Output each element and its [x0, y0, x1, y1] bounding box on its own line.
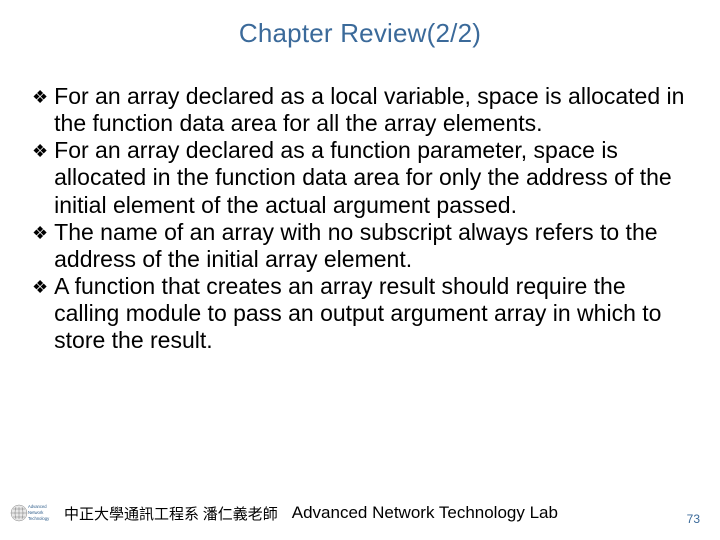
diamond-bullet-icon: ❖: [32, 223, 48, 244]
svg-text:Technology: Technology: [28, 516, 50, 521]
footer-chinese-text: 中正大學通訊工程系 潘仁義老師: [64, 503, 278, 524]
footer: Advanced Network Technology 中正大學通訊工程系 潘仁…: [0, 494, 720, 532]
lab-logo-icon: Advanced Network Technology: [10, 497, 54, 529]
list-item: ❖ A function that creates an array resul…: [32, 273, 692, 354]
bullet-text: A function that creates an array result …: [54, 273, 692, 354]
list-item: ❖ For an array declared as a function pa…: [32, 137, 692, 218]
list-item: ❖ The name of an array with no subscript…: [32, 219, 692, 273]
list-item: ❖ For an array declared as a local varia…: [32, 83, 692, 137]
bullet-text: The name of an array with no subscript a…: [54, 219, 692, 273]
bullet-list: ❖ For an array declared as a local varia…: [28, 83, 692, 354]
diamond-bullet-icon: ❖: [32, 87, 48, 108]
slide: Chapter Review(2/2) ❖ For an array decla…: [0, 0, 720, 540]
footer-lab-name: Advanced Network Technology Lab: [292, 503, 558, 523]
diamond-bullet-icon: ❖: [32, 141, 48, 162]
page-number: 73: [687, 512, 700, 526]
svg-text:Network: Network: [28, 510, 44, 515]
diamond-bullet-icon: ❖: [32, 277, 48, 298]
slide-title: Chapter Review(2/2): [28, 18, 692, 49]
svg-text:Advanced: Advanced: [28, 504, 47, 509]
bullet-text: For an array declared as a local variabl…: [54, 83, 692, 137]
bullet-text: For an array declared as a function para…: [54, 137, 692, 218]
